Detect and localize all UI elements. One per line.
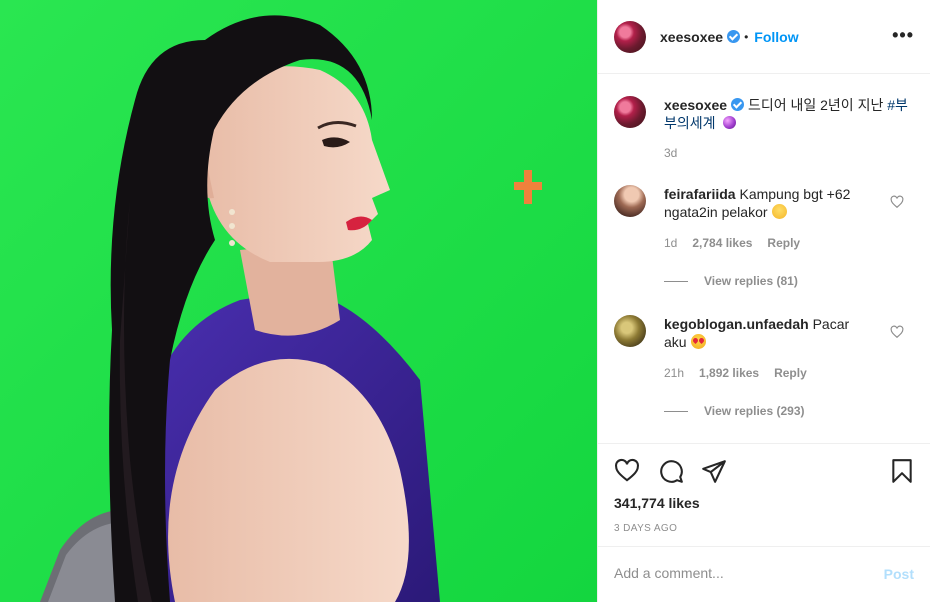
verified-badge-icon <box>727 30 741 43</box>
view-replies-button[interactable]: View replies (81) <box>664 274 798 288</box>
caption-body: 드디어 내일 2년이 지난 <box>747 97 884 113</box>
verified-badge-icon <box>731 98 745 111</box>
caption-time: 3d <box>664 146 677 160</box>
comment-like-heart-icon[interactable] <box>890 195 904 209</box>
comment-item: feirafariida Kampung bgt +62 ngata2in pe… <box>614 185 914 221</box>
instagram-post: xeesoxee • Follow ••• xeesoxee 드디어 내일 2년… <box>0 0 930 602</box>
comment-text: feirafariida Kampung bgt +62 ngata2in pe… <box>664 185 874 221</box>
caption-time-label[interactable]: 3d <box>664 146 677 160</box>
view-replies-button[interactable]: View replies (293) <box>664 404 805 418</box>
add-comment-input[interactable] <box>614 565 864 581</box>
comment-likes[interactable]: 1,892 likes <box>699 366 759 380</box>
view-replies-label: View replies (293) <box>704 404 805 418</box>
author-avatar[interactable] <box>614 20 646 53</box>
more-horizontal-icon[interactable]: ••• <box>892 26 914 44</box>
post-timestamp[interactable]: 3 DAYS AGO <box>614 523 677 534</box>
comment-bubble-icon[interactable] <box>658 458 684 484</box>
post-comment-button[interactable]: Post <box>884 566 914 582</box>
comment-time[interactable]: 1d <box>664 236 677 250</box>
post-side-panel: xeesoxee • Follow ••• xeesoxee 드디어 내일 2년… <box>597 0 930 602</box>
sneezing-face-emoji-icon <box>771 204 787 219</box>
caption-username[interactable]: xeesoxee <box>664 97 727 113</box>
comment-meta: 21h 1,892 likes Reply <box>664 366 807 380</box>
crystal-ball-emoji-icon <box>723 116 737 129</box>
comment-meta: 1d 2,784 likes Reply <box>664 236 800 250</box>
post-caption: xeesoxee 드디어 내일 2년이 지난 #부부의세계 <box>614 96 914 132</box>
author-username[interactable]: xeesoxee <box>660 29 723 45</box>
post-photo[interactable] <box>0 0 597 602</box>
post-actions: 341,774 likes 3 DAYS AGO <box>598 443 930 545</box>
commenter-avatar[interactable] <box>614 315 646 347</box>
view-replies-label: View replies (81) <box>704 274 798 288</box>
comment-text: kegoblogan.unfaedah Pacar aku <box>664 315 874 351</box>
comment-username[interactable]: kegoblogan.unfaedah <box>664 316 809 332</box>
like-heart-icon[interactable] <box>614 458 640 484</box>
bookmark-icon[interactable] <box>889 458 915 484</box>
comments-list[interactable]: xeesoxee 드디어 내일 2년이 지난 #부부의세계 3d feirafa… <box>598 75 930 443</box>
reply-button[interactable]: Reply <box>767 236 800 250</box>
comment-time[interactable]: 21h <box>664 366 684 380</box>
comment-likes[interactable]: 2,784 likes <box>692 236 752 250</box>
heart-eyes-emoji-icon <box>690 334 706 349</box>
replies-divider <box>664 410 688 412</box>
commenter-avatar[interactable] <box>614 185 646 217</box>
post-header: xeesoxee • Follow ••• <box>598 0 930 74</box>
comment-username[interactable]: feirafariida <box>664 186 736 202</box>
caption-text: xeesoxee 드디어 내일 2년이 지난 #부부의세계 <box>664 96 914 132</box>
caption-avatar[interactable] <box>614 96 646 128</box>
add-comment-bar: Post <box>598 546 930 602</box>
header-separator: • <box>744 29 749 44</box>
reply-button[interactable]: Reply <box>774 366 807 380</box>
follow-button[interactable]: Follow <box>754 29 798 45</box>
likes-count[interactable]: 341,774 likes <box>614 495 700 511</box>
share-paper-plane-icon[interactable] <box>701 458 727 484</box>
comment-item: kegoblogan.unfaedah Pacar aku <box>614 315 914 351</box>
comment-like-heart-icon[interactable] <box>890 325 904 339</box>
portrait-illustration <box>0 0 597 602</box>
replies-divider <box>664 280 688 282</box>
